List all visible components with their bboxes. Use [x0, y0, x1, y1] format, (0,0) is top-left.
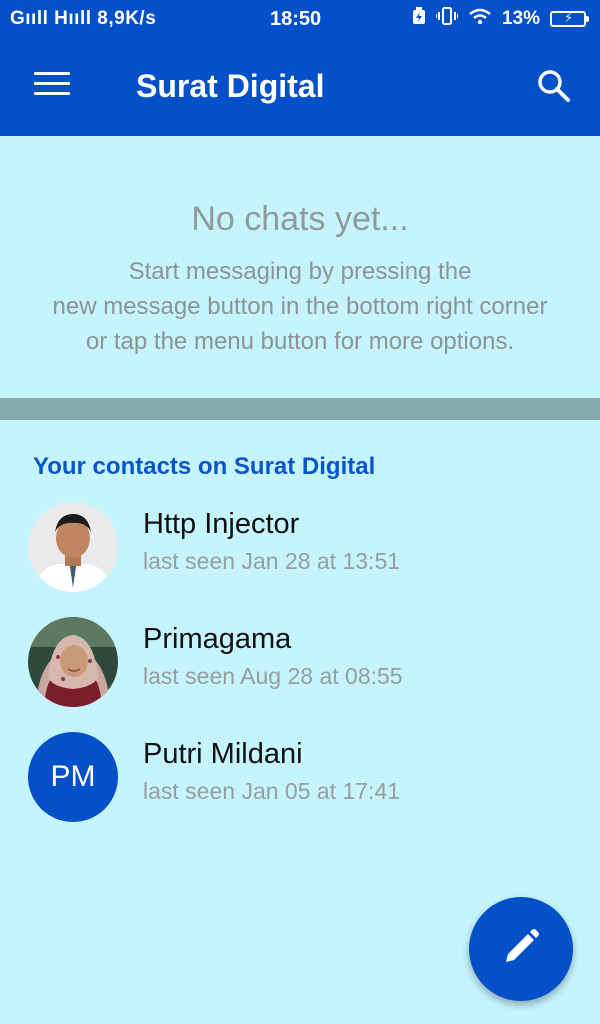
vibrate-icon	[434, 7, 459, 31]
empty-description: Start messaging by pressing the new mess…	[0, 254, 600, 359]
contact-last-seen: last seen Jan 05 at 17:41	[143, 778, 401, 804]
new-message-button[interactable]	[469, 897, 573, 1001]
avatar	[28, 617, 118, 707]
signal-strength: Gııll Hııll 8,9K/s	[10, 8, 157, 29]
avatar-initials: PM	[28, 732, 118, 822]
search-icon[interactable]	[536, 68, 572, 104]
clock: 18:50	[270, 8, 322, 30]
battery-percent: 13%	[501, 8, 540, 29]
app-bar: Surat Digital	[0, 36, 600, 136]
contact-item-putri-mildani[interactable]: PM Putri Mildani last seen Jan 05 at 17:…	[0, 732, 600, 832]
app-title: Surat Digital	[136, 68, 325, 104]
contact-item-primagama[interactable]: Primagama last seen Aug 28 at 08:55	[0, 617, 600, 717]
hamburger-menu-icon[interactable]	[34, 72, 70, 100]
contact-name: Primagama	[143, 623, 292, 655]
network-speed: 8,9K/s	[97, 8, 157, 29]
battery-icon: ⚡	[550, 10, 589, 27]
contact-last-seen: last seen Jan 28 at 13:51	[143, 548, 401, 574]
contact-last-seen: last seen Aug 28 at 08:55	[143, 663, 403, 689]
status-bar: Gııll Hııll 8,9K/s 18:50 13% ⚡	[0, 0, 600, 36]
empty-line: Start messaging by pressing the	[128, 258, 472, 285]
contact-name: Putri Mildani	[143, 738, 303, 770]
empty-line: or tap the menu button for more options.	[85, 328, 515, 355]
charging-icon	[412, 7, 426, 31]
empty-line: new message button in the bottom right c…	[52, 293, 548, 320]
empty-title: No chats yet...	[191, 200, 409, 238]
wifi-icon	[468, 7, 492, 31]
empty-chats-panel: No chats yet... Start messaging by press…	[0, 136, 600, 398]
section-divider	[0, 398, 600, 420]
contact-name: Http Injector	[143, 508, 300, 540]
contact-item-http-injector[interactable]: Http Injector last seen Jan 28 at 13:51	[0, 502, 600, 602]
avatar	[28, 502, 118, 592]
status-icons: 13% ⚡	[412, 7, 589, 31]
contacts-header: Your contacts on Surat Digital	[33, 453, 376, 480]
pencil-icon	[502, 928, 540, 971]
